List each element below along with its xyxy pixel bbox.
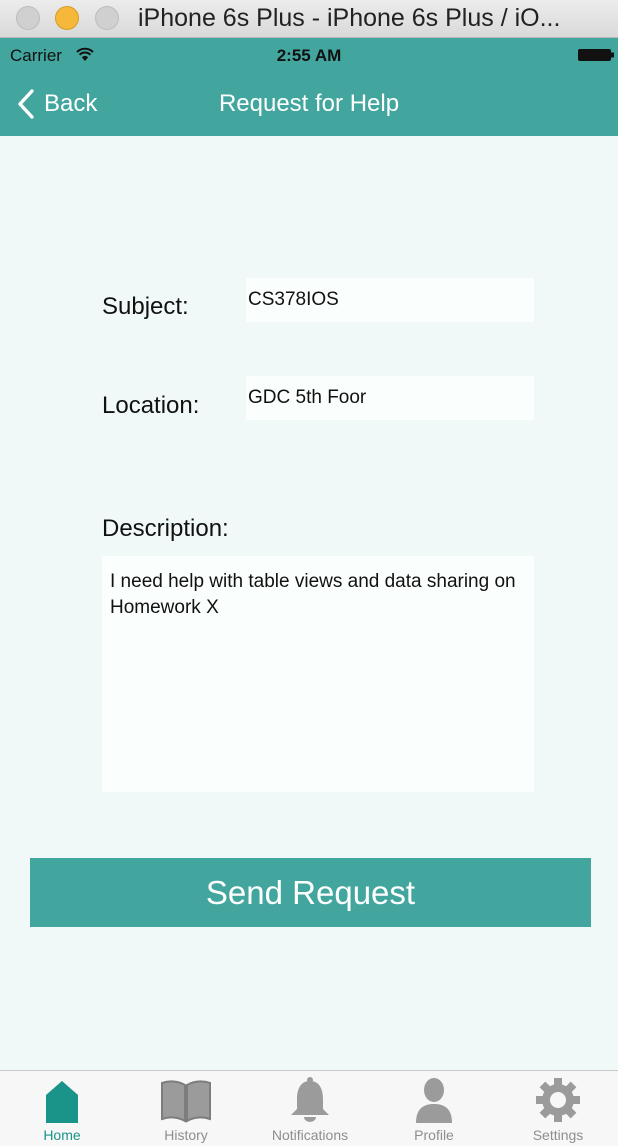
tab-settings-label: Settings	[532, 1127, 584, 1143]
battery-icon	[578, 49, 614, 61]
person-icon	[416, 1078, 452, 1123]
minimize-window-button[interactable]	[55, 6, 79, 30]
close-window-button[interactable]	[16, 6, 40, 30]
location-field[interactable]: GDC 5th Foor	[246, 376, 534, 420]
status-time: 2:55 AM	[276, 46, 342, 65]
description-label: Description:	[102, 515, 229, 542]
gear-icon	[536, 1078, 580, 1122]
subject-label: Subject:	[102, 293, 189, 320]
send-request-button[interactable]: Send Request	[30, 858, 591, 927]
book-icon	[161, 1080, 211, 1123]
window-titlebar: iPhone 6s Plus - iPhone 6s Plus / iO...	[0, 0, 618, 38]
description-textarea[interactable]: I need help with table views and data sh…	[102, 556, 534, 792]
location-label: Location:	[102, 392, 200, 419]
zoom-window-button[interactable]	[95, 6, 119, 30]
tab-notifications[interactable]: Notifications	[248, 1071, 372, 1146]
subject-field[interactable]: CS378IOS	[246, 278, 534, 322]
tab-profile[interactable]: Profile	[372, 1071, 496, 1146]
navigation-bar: Back Request for Help	[0, 72, 618, 136]
status-bar: Carrier 2:55 AM	[0, 38, 618, 72]
tab-notifications-label: Notifications	[271, 1127, 349, 1143]
tab-bar: Home History Notifications Profile Setti…	[0, 1070, 618, 1146]
tab-home-label: Home	[43, 1127, 81, 1143]
tab-settings[interactable]: Settings	[496, 1071, 618, 1146]
bell-icon	[291, 1077, 329, 1122]
simulator-window: iPhone 6s Plus - iPhone 6s Plus / iO... …	[0, 0, 618, 1146]
home-icon	[46, 1081, 78, 1123]
tab-profile-label: Profile	[414, 1127, 454, 1143]
window-title: iPhone 6s Plus - iPhone 6s Plus / iO...	[138, 4, 561, 32]
tab-history[interactable]: History	[124, 1071, 248, 1146]
tab-home[interactable]: Home	[0, 1071, 124, 1146]
page-title: Request for Help	[218, 90, 400, 117]
tab-history-label: History	[164, 1127, 208, 1143]
